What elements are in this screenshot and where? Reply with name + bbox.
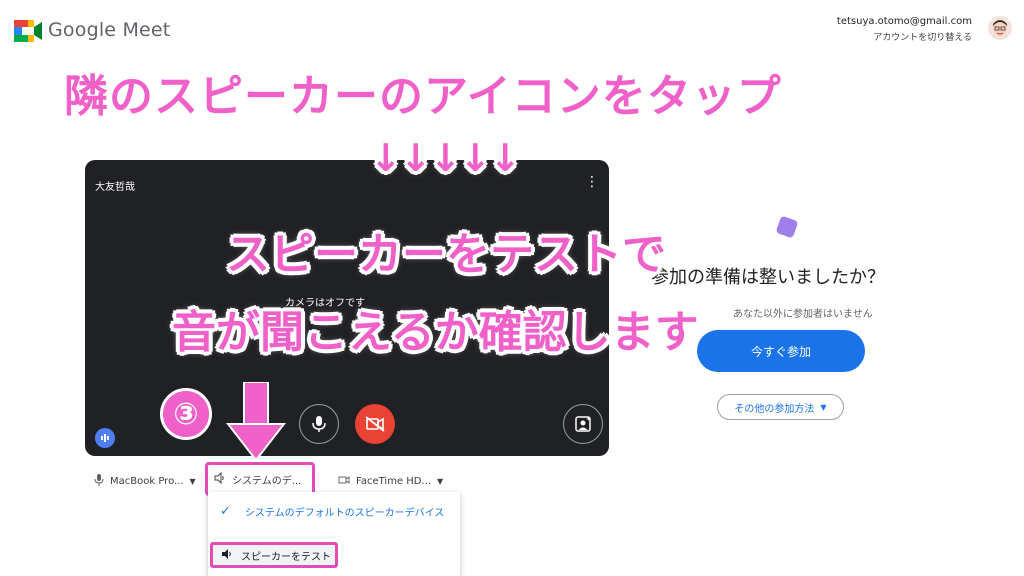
annotation-check-sound: 音が聞こえるか確認します bbox=[172, 307, 699, 358]
switch-account-link[interactable]: アカウントを切り替える bbox=[873, 30, 972, 43]
google-meet-logo-icon bbox=[14, 20, 42, 42]
audio-level-icon bbox=[95, 428, 115, 448]
app-title: Google Meet bbox=[48, 19, 171, 41]
annotation-tap-speaker-icon: 隣のスピーカーのアイコンをタップ bbox=[64, 71, 782, 122]
microphone-toggle-button[interactable] bbox=[299, 404, 339, 444]
microphone-select[interactable]: MacBook Pro... ▼ bbox=[94, 472, 196, 490]
more-options-icon[interactable]: ⋮ bbox=[585, 174, 599, 190]
camera-toggle-button[interactable] bbox=[355, 404, 395, 444]
visual-effects-button[interactable]: ✦ bbox=[563, 404, 603, 444]
ready-to-join-title: 参加の準備は整いましたか？ bbox=[651, 267, 885, 288]
speaker-dropdown-menu: ✓ システムのデフォルトのスピーカーデバイス スピーカーをテスト bbox=[208, 492, 460, 576]
app-header: Google Meet tetsuya.otomo@gmail.com アカウン… bbox=[0, 0, 1024, 64]
decorative-shape bbox=[775, 215, 799, 239]
menu-item-default-speaker[interactable]: ✓ システムのデフォルトのスピーカーデバイス bbox=[220, 504, 444, 519]
camera-small-icon bbox=[338, 475, 350, 488]
speaker-select[interactable]: システムのデ... bbox=[205, 462, 315, 496]
avatar[interactable] bbox=[988, 16, 1012, 40]
chevron-down-icon: ▼ bbox=[820, 402, 827, 412]
camera-select[interactable]: FaceTime HD... ▼ bbox=[338, 472, 443, 490]
preview-user-name: 大友哲哉 bbox=[95, 182, 135, 193]
annotation-down-arrows: ↓↓↓↓↓ bbox=[370, 136, 521, 180]
microphone-select-label: MacBook Pro... bbox=[110, 475, 184, 487]
camera-off-icon bbox=[365, 416, 385, 432]
speaker-icon bbox=[214, 471, 226, 487]
participants-status: あなた以外に参加者はいません bbox=[733, 309, 873, 320]
chevron-down-icon: ▼ bbox=[437, 476, 444, 486]
checkmark-icon: ✓ bbox=[220, 504, 231, 519]
chevron-down-icon: ▼ bbox=[189, 476, 196, 486]
menu-item-test-speaker[interactable]: スピーカーをテスト bbox=[210, 542, 338, 568]
camera-select-label: FaceTime HD... bbox=[356, 475, 432, 487]
menu-item-test-speaker-label: スピーカーをテスト bbox=[241, 551, 331, 563]
step-number-badge: ③ bbox=[160, 388, 212, 440]
other-ways-label: その他の参加方法 bbox=[734, 403, 815, 415]
join-now-button[interactable]: 今すぐ参加 bbox=[697, 330, 865, 372]
menu-item-default-speaker-label: システムのデフォルトのスピーカーデバイス bbox=[244, 508, 445, 519]
other-ways-to-join-button[interactable]: その他の参加方法 ▼ bbox=[717, 394, 844, 420]
annotation-test-speaker: スピーカーをテストで bbox=[226, 229, 666, 280]
pink-down-arrow-icon bbox=[226, 382, 286, 462]
microphone-small-icon bbox=[94, 473, 104, 489]
speaker-select-label: システムのデ... bbox=[232, 475, 302, 487]
visual-effects-icon: ✦ bbox=[575, 416, 591, 432]
microphone-icon bbox=[312, 416, 326, 432]
account-email: tetsuya.otomo@gmail.com bbox=[836, 16, 972, 27]
svg-text:✦: ✦ bbox=[586, 416, 591, 423]
avatar-face-icon bbox=[993, 20, 1007, 36]
speaker-icon bbox=[221, 548, 233, 563]
